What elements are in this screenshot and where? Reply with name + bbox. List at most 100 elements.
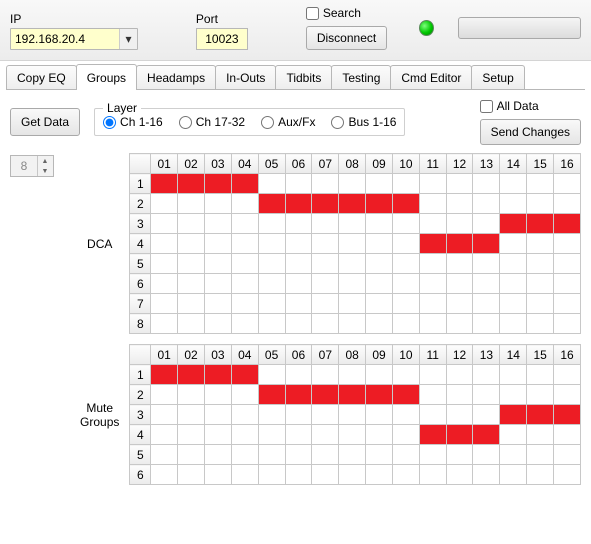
grid-cell[interactable] (285, 365, 312, 385)
grid-cell[interactable] (339, 365, 366, 385)
grid-cell[interactable] (151, 294, 178, 314)
grid-cell[interactable] (446, 314, 473, 334)
grid-cell[interactable] (500, 365, 527, 385)
grid-cell[interactable] (446, 425, 473, 445)
grid-cell[interactable] (258, 194, 285, 214)
grid-cell[interactable] (258, 274, 285, 294)
grid-cell[interactable] (366, 214, 393, 234)
grid-cell[interactable] (473, 445, 500, 465)
grid-cell[interactable] (258, 174, 285, 194)
grid-cell[interactable] (419, 294, 446, 314)
grid-cell[interactable] (151, 445, 178, 465)
grid-cell[interactable] (554, 194, 581, 214)
spinner-input[interactable] (11, 159, 37, 173)
grid-cell[interactable] (554, 425, 581, 445)
grid-cell[interactable] (392, 234, 419, 254)
spinner-up[interactable]: ▲ (38, 156, 52, 166)
grid-cell[interactable] (339, 425, 366, 445)
grid-cell[interactable] (151, 174, 178, 194)
grid-cell[interactable] (231, 445, 258, 465)
grid-cell[interactable] (500, 405, 527, 425)
grid-cell[interactable] (178, 465, 205, 485)
grid-cell[interactable] (312, 274, 339, 294)
grid-cell[interactable] (473, 274, 500, 294)
layer-radio-input-3[interactable] (331, 116, 344, 129)
grid-cell[interactable] (258, 234, 285, 254)
grid-cell[interactable] (258, 314, 285, 334)
grid-cell[interactable] (527, 445, 554, 465)
grid-cell[interactable] (366, 385, 393, 405)
grid-cell[interactable] (500, 194, 527, 214)
grid-cell[interactable] (258, 445, 285, 465)
grid-cell[interactable] (527, 465, 554, 485)
grid-cell[interactable] (392, 425, 419, 445)
grid-cell[interactable] (419, 385, 446, 405)
grid-cell[interactable] (204, 405, 231, 425)
grid-cell[interactable] (446, 365, 473, 385)
grid-cell[interactable] (366, 465, 393, 485)
grid-cell[interactable] (527, 365, 554, 385)
grid-cell[interactable] (178, 405, 205, 425)
grid-cell[interactable] (527, 314, 554, 334)
grid-cell[interactable] (366, 405, 393, 425)
grid-cell[interactable] (366, 294, 393, 314)
grid-cell[interactable] (151, 214, 178, 234)
grid-cell[interactable] (312, 405, 339, 425)
grid-cell[interactable] (554, 214, 581, 234)
grid-cell[interactable] (392, 194, 419, 214)
grid-cell[interactable] (527, 214, 554, 234)
grid-cell[interactable] (285, 445, 312, 465)
grid-cell[interactable] (312, 294, 339, 314)
tab-setup[interactable]: Setup (471, 65, 524, 90)
grid-cell[interactable] (366, 254, 393, 274)
grid-cell[interactable] (527, 385, 554, 405)
grid-cell[interactable] (446, 194, 473, 214)
grid-cell[interactable] (500, 465, 527, 485)
grid-cell[interactable] (446, 385, 473, 405)
grid-cell[interactable] (204, 365, 231, 385)
grid-cell[interactable] (204, 254, 231, 274)
grid-cell[interactable] (258, 365, 285, 385)
grid-cell[interactable] (285, 294, 312, 314)
grid-cell[interactable] (473, 465, 500, 485)
grid-cell[interactable] (258, 385, 285, 405)
grid-cell[interactable] (231, 405, 258, 425)
grid-cell[interactable] (473, 385, 500, 405)
grid-cell[interactable] (285, 174, 312, 194)
grid-cell[interactable] (392, 294, 419, 314)
grid-cell[interactable] (446, 214, 473, 234)
grid-cell[interactable] (204, 274, 231, 294)
grid-cell[interactable] (554, 365, 581, 385)
grid-cell[interactable] (178, 194, 205, 214)
grid-cell[interactable] (204, 194, 231, 214)
grid-cell[interactable] (178, 234, 205, 254)
grid-cell[interactable] (527, 425, 554, 445)
grid-cell[interactable] (366, 274, 393, 294)
grid-cell[interactable] (339, 174, 366, 194)
grid-cell[interactable] (500, 254, 527, 274)
grid-cell[interactable] (151, 405, 178, 425)
grid-cell[interactable] (339, 254, 366, 274)
grid-cell[interactable] (527, 254, 554, 274)
grid-cell[interactable] (419, 194, 446, 214)
layer-radio-3[interactable]: Bus 1-16 (331, 115, 396, 129)
grid-cell[interactable] (178, 445, 205, 465)
grid-cell[interactable] (258, 405, 285, 425)
layer-radio-input-1[interactable] (179, 116, 192, 129)
grid-cell[interactable] (258, 254, 285, 274)
grid-cell[interactable] (554, 465, 581, 485)
grid-cell[interactable] (339, 314, 366, 334)
grid-cell[interactable] (392, 254, 419, 274)
grid-cell[interactable] (500, 314, 527, 334)
grid-cell[interactable] (446, 234, 473, 254)
grid-cell[interactable] (500, 385, 527, 405)
grid-cell[interactable] (366, 194, 393, 214)
layer-radio-0[interactable]: Ch 1-16 (103, 115, 163, 129)
grid-cell[interactable] (204, 445, 231, 465)
grid-cell[interactable] (419, 234, 446, 254)
grid-cell[interactable] (554, 274, 581, 294)
grid-cell[interactable] (178, 174, 205, 194)
grid-cell[interactable] (473, 405, 500, 425)
grid-cell[interactable] (312, 314, 339, 334)
grid-cell[interactable] (473, 194, 500, 214)
